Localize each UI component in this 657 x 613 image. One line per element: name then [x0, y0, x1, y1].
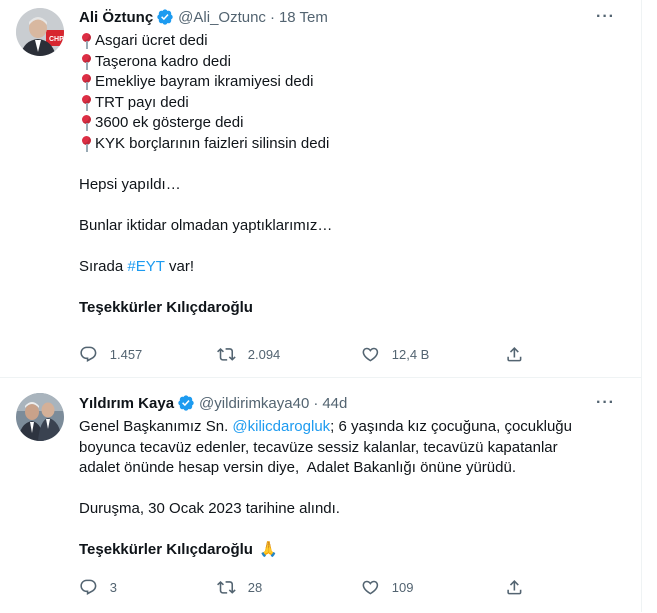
- pushpin-icon: [79, 134, 94, 154]
- paragraph-text: Sırada: [79, 257, 128, 275]
- retweet-count: 2.094: [247, 346, 281, 362]
- retweet-icon: [217, 348, 236, 361]
- list-item-text: Asgari ücret dedi: [95, 32, 208, 49]
- mention-link[interactable]: @kilicdarogluk: [232, 417, 330, 438]
- more-icon[interactable]: ···: [596, 8, 615, 26]
- like-button[interactable]: 109: [361, 578, 505, 597]
- list-item-text: TRT payı dedi: [95, 93, 189, 111]
- list-item-text: Taşerona kadro dedi: [95, 52, 231, 70]
- tweet-actions: 1.457 2.094 12,4 B: [79, 345, 539, 364]
- pushpin-icon: [79, 72, 94, 92]
- svg-text:CHP: CHP: [49, 36, 64, 43]
- author-handle[interactable]: @yildirimkaya40: [199, 395, 309, 412]
- author-name[interactable]: Ali Öztunç: [79, 9, 153, 26]
- closing-line: Teşekkürler Kılıçdaroğlu: [79, 298, 253, 316]
- list-item: Asgari ücret dedi: [79, 31, 619, 52]
- timeline: CHP Ali Öztunç @Ali_Oztunc · 18 Tem ··· …: [0, 0, 642, 612]
- avatar[interactable]: CHP: [16, 8, 64, 56]
- pushpin-icon: [79, 113, 94, 133]
- like-button[interactable]: 12,4 B: [361, 345, 505, 364]
- reply-icon: [80, 346, 97, 362]
- pushpin-icon: [79, 93, 94, 113]
- like-icon: [362, 580, 379, 595]
- paragraph: Sırada #EYT var!: [79, 257, 619, 278]
- paragraph-text: ; 6 yaşında kız çocuğuna, çocukluğu: [330, 418, 572, 435]
- list-item-text: 3600 ek gösterge dedi: [95, 114, 244, 131]
- like-count: 12,4 B: [391, 346, 430, 362]
- tweet-header: Yıldırım Kaya @yildirimkaya40 · 44d: [79, 394, 347, 412]
- tweet-actions: 3 28 109: [79, 578, 539, 597]
- list-item-text: KYK borçlarının faizleri silinsin dedi: [95, 134, 330, 152]
- verified-badge-icon: [156, 8, 174, 26]
- author-name[interactable]: Yıldırım Kaya: [79, 395, 174, 412]
- separator-dot: ·: [269, 8, 275, 26]
- share-icon: [507, 580, 522, 595]
- reply-count: 1.457: [109, 346, 143, 362]
- tweet-header: Ali Öztunç @Ali_Oztunc · 18 Tem: [79, 8, 328, 26]
- tweet[interactable]: Yıldırım Kaya @yildirimkaya40 · 44d ··· …: [0, 378, 641, 613]
- paragraph: boyunca tecavüz edenler, tecavüze sessiz…: [79, 438, 558, 456]
- reply-icon: [80, 579, 97, 595]
- paragraph-text: var!: [164, 257, 195, 275]
- list-item-text: Emekliye bayram ikramiyesi dedi: [95, 73, 314, 90]
- closing-text: Teşekkürler Kılıçdaroğlu: [79, 541, 253, 558]
- list-item: 3600 ek gösterge dedi: [79, 113, 619, 134]
- retweet-button[interactable]: 2.094: [217, 345, 361, 364]
- share-icon: [507, 347, 522, 362]
- paragraph: Genel Başkanımız Sn. @kilicdarogluk; 6 y…: [79, 417, 619, 438]
- folded-hands-icon: 🙏: [258, 541, 278, 558]
- paragraph: adalet önünde hesap versin diye, Adalet …: [79, 459, 516, 476]
- list-item: Taşerona kadro dedi: [79, 52, 619, 73]
- separator-dot: ·: [313, 394, 319, 412]
- reply-count: 3: [109, 579, 117, 595]
- tweet-text: Genel Başkanımız Sn. @kilicdarogluk; 6 y…: [79, 417, 619, 561]
- reply-button[interactable]: 3: [79, 578, 217, 597]
- list-item: KYK borçlarının faizleri silinsin dedi: [79, 134, 619, 155]
- closing-line: Teşekkürler Kılıçdaroğlu 🙏: [79, 540, 619, 561]
- verified-badge-icon: [177, 394, 195, 412]
- share-button[interactable]: [505, 345, 524, 364]
- more-icon[interactable]: ···: [596, 394, 615, 412]
- paragraph: Bunlar iktidar olmadan yaptıklarımız…: [79, 216, 333, 234]
- paragraph-text: Genel Başkanımız Sn.: [79, 418, 233, 435]
- list-item: Emekliye bayram ikramiyesi dedi: [79, 72, 619, 93]
- paragraph: Hepsi yapıldı…: [79, 175, 181, 193]
- pushpin-icon: [79, 52, 94, 72]
- retweet-button[interactable]: 28: [217, 578, 361, 597]
- retweet-count: 28: [247, 579, 263, 595]
- tweet-timestamp[interactable]: 18 Tem: [279, 9, 328, 26]
- pushpin-icon: [79, 31, 94, 51]
- like-count: 109: [391, 579, 414, 595]
- tweet-text: Asgari ücret dedi Taşerona kadro dedi Em…: [79, 31, 619, 318]
- author-handle[interactable]: @Ali_Oztunc: [178, 9, 266, 26]
- reply-button[interactable]: 1.457: [79, 345, 217, 364]
- paragraph: Duruşma, 30 Ocak 2023 tarihine alındı.: [79, 500, 340, 517]
- list-item: TRT payı dedi: [79, 93, 619, 114]
- retweet-icon: [217, 581, 236, 594]
- hashtag-link[interactable]: #EYT: [127, 257, 165, 278]
- avatar[interactable]: [16, 393, 64, 441]
- share-button[interactable]: [505, 578, 524, 597]
- like-icon: [362, 347, 379, 362]
- tweet-timestamp[interactable]: 44d: [322, 395, 347, 412]
- tweet[interactable]: CHP Ali Öztunç @Ali_Oztunc · 18 Tem ··· …: [0, 0, 641, 378]
